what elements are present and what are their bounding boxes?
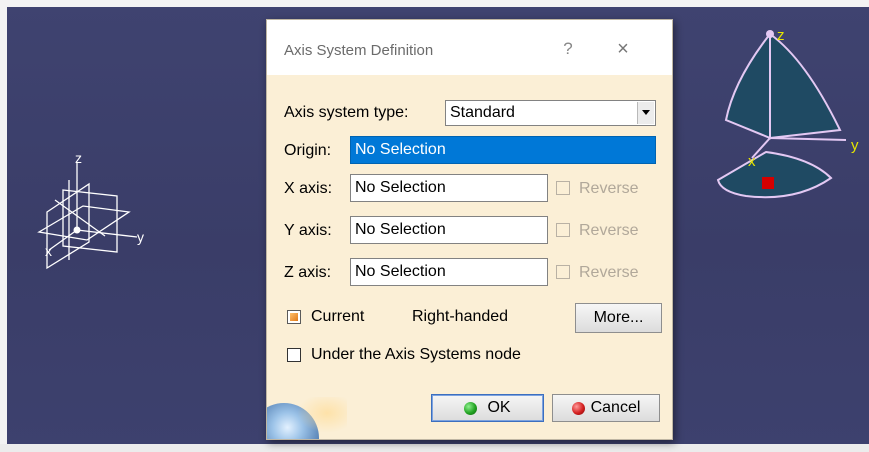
under-node-label: Under the Axis Systems node: [311, 346, 521, 363]
compass-x-label: x: [748, 153, 756, 170]
axis-y-label: y: [137, 229, 144, 245]
z-axis-label: Z axis:: [284, 264, 332, 281]
x-axis-field[interactable]: No Selection: [350, 174, 548, 202]
frame-border-top: [0, 0, 869, 7]
z-reverse-checkbox[interactable]: [556, 265, 570, 279]
handedness-label: Right-handed: [412, 308, 509, 325]
x-reverse-label: Reverse: [579, 180, 639, 197]
origin-field[interactable]: No Selection: [350, 136, 656, 164]
dialog-title: Axis System Definition: [284, 42, 434, 59]
frame-border-left: [0, 0, 7, 452]
z-axis-field[interactable]: No Selection: [350, 258, 548, 286]
more-button[interactable]: More...: [575, 303, 662, 333]
origin-label: Origin:: [284, 142, 332, 159]
axis-type-label: Axis system type:: [284, 104, 409, 121]
dialog-titlebar[interactable]: Axis System Definition ? ×: [267, 20, 672, 75]
x-reverse-checkbox[interactable]: [556, 181, 570, 195]
under-node-checkbox[interactable]: [287, 348, 301, 362]
compass-z-label: z: [777, 27, 785, 44]
green-dot-icon: [464, 401, 478, 415]
help-button[interactable]: ?: [555, 36, 581, 62]
axis-x-label: x: [45, 243, 52, 259]
x-axis-label: X axis:: [284, 180, 333, 197]
compass-icon[interactable]: z y x: [706, 20, 866, 220]
z-reverse-label: Reverse: [579, 264, 639, 281]
close-button[interactable]: ×: [610, 36, 636, 62]
frame-border-bottom: [0, 444, 869, 452]
chevron-down-icon[interactable]: [637, 102, 654, 124]
ok-button-label: OK: [487, 399, 511, 416]
y-axis-label: Y axis:: [284, 222, 332, 239]
y-axis-field[interactable]: No Selection: [350, 216, 548, 244]
red-dot-icon: [571, 401, 585, 415]
ok-button[interactable]: OK: [431, 394, 544, 422]
planet-decoration-icon: [267, 397, 347, 439]
current-checkbox[interactable]: [287, 310, 301, 324]
axis-type-dropdown[interactable]: Standard: [445, 100, 656, 126]
cancel-button[interactable]: Cancel: [552, 394, 660, 422]
axis-system-definition-dialog: Axis System Definition ? × Axis system t…: [266, 19, 673, 440]
axis-system-icon: z y x: [37, 150, 144, 270]
current-label: Current: [311, 308, 365, 325]
y-reverse-checkbox[interactable]: [556, 223, 570, 237]
compass-y-label: y: [851, 137, 859, 154]
cancel-button-label: Cancel: [590, 399, 641, 416]
y-reverse-label: Reverse: [579, 222, 639, 239]
axis-z-label: z: [75, 150, 82, 166]
axis-type-value: Standard: [450, 104, 515, 121]
